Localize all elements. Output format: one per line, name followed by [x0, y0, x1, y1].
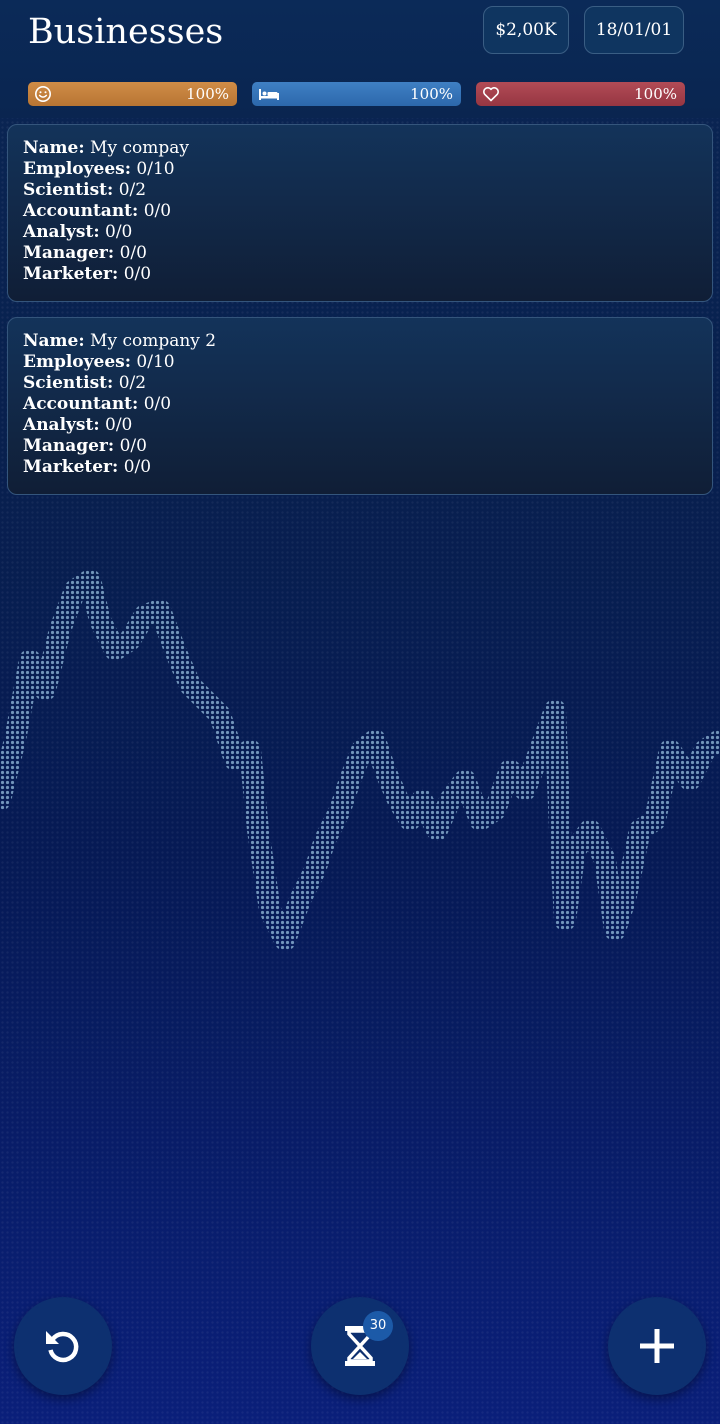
- employees-row: Employees: 0/10: [23, 159, 697, 180]
- scientist-label: Scientist:: [23, 180, 114, 200]
- health-value: 100%: [634, 85, 677, 103]
- employees-label: Employees:: [23, 352, 131, 372]
- business-name-row: Name: My company 2: [23, 331, 697, 352]
- analyst-row: Analyst: 0/0: [23, 222, 697, 243]
- analyst-label: Analyst:: [23, 222, 100, 242]
- undo-icon: [46, 1331, 79, 1363]
- undo-button[interactable]: [14, 1297, 112, 1395]
- marketer-row: Marketer: 0/0: [23, 264, 697, 285]
- business-name-row: Name: My compay: [23, 138, 697, 159]
- analyst-row: Analyst: 0/0: [23, 415, 697, 436]
- employees-row: Employees: 0/10: [23, 352, 697, 373]
- scientist-value: 0/2: [118, 373, 147, 393]
- marketer-label: Marketer:: [23, 264, 119, 284]
- money-button[interactable]: $2,00K: [483, 6, 569, 54]
- name-label: Name:: [23, 138, 85, 158]
- bed-icon: [259, 89, 279, 100]
- manager-value: 0/0: [119, 436, 147, 456]
- marketer-label: Marketer:: [23, 457, 119, 477]
- advance-time-button[interactable]: 30: [311, 1297, 409, 1395]
- accountant-value: 0/0: [143, 394, 172, 414]
- health-bar: 100%: [476, 82, 685, 106]
- scientist-row: Scientist: 0/2: [23, 180, 697, 201]
- accountant-label: Accountant:: [23, 201, 139, 221]
- manager-label: Manager:: [23, 436, 115, 456]
- marketer-row: Marketer: 0/0: [23, 457, 697, 478]
- scientist-value: 0/2: [118, 180, 147, 200]
- employees-label: Employees:: [23, 159, 131, 179]
- scientist-row: Scientist: 0/2: [23, 373, 697, 394]
- sleep-bar: 100%: [252, 82, 461, 106]
- manager-row: Manager: 0/0: [23, 243, 697, 264]
- manager-value: 0/0: [119, 243, 147, 263]
- analyst-label: Analyst:: [23, 415, 100, 435]
- name-label: Name:: [23, 331, 85, 351]
- heart-icon: [483, 87, 499, 102]
- business-card[interactable]: Name: My compay Employees: 0/10 Scientis…: [7, 124, 713, 302]
- business-card[interactable]: Name: My company 2 Employees: 0/10 Scien…: [7, 317, 713, 495]
- business-name: My compay: [90, 138, 189, 158]
- happiness-bar: 100%: [28, 82, 237, 106]
- accountant-row: Accountant: 0/0: [23, 201, 697, 222]
- business-name: My company 2: [90, 331, 217, 351]
- date-button[interactable]: 18/01/01: [584, 6, 684, 54]
- add-business-button[interactable]: [608, 1297, 706, 1395]
- scientist-label: Scientist:: [23, 373, 114, 393]
- manager-label: Manager:: [23, 243, 115, 263]
- analyst-value: 0/0: [105, 415, 133, 435]
- app-screen: Businesses $2,00K 18/01/01 100% 100% 100…: [0, 0, 720, 1424]
- manager-row: Manager: 0/0: [23, 436, 697, 457]
- happiness-value: 100%: [186, 85, 229, 103]
- accountant-label: Accountant:: [23, 394, 139, 414]
- employees-value: 0/10: [136, 159, 175, 179]
- accountant-value: 0/0: [143, 201, 172, 221]
- smiley-icon: [35, 86, 51, 102]
- page-title: Businesses: [28, 12, 224, 52]
- employees-value: 0/10: [136, 352, 175, 372]
- plus-icon: [640, 1329, 674, 1363]
- analyst-value: 0/0: [105, 222, 133, 242]
- marketer-value: 0/0: [123, 264, 152, 284]
- header: Businesses $2,00K 18/01/01 100% 100% 100…: [0, 0, 720, 118]
- background-chart-line: [0, 569, 720, 951]
- marketer-value: 0/0: [123, 457, 152, 477]
- sleep-value: 100%: [410, 85, 453, 103]
- accountant-row: Accountant: 0/0: [23, 394, 697, 415]
- background-stock-chart: [0, 569, 720, 951]
- time-badge: 30: [363, 1311, 393, 1341]
